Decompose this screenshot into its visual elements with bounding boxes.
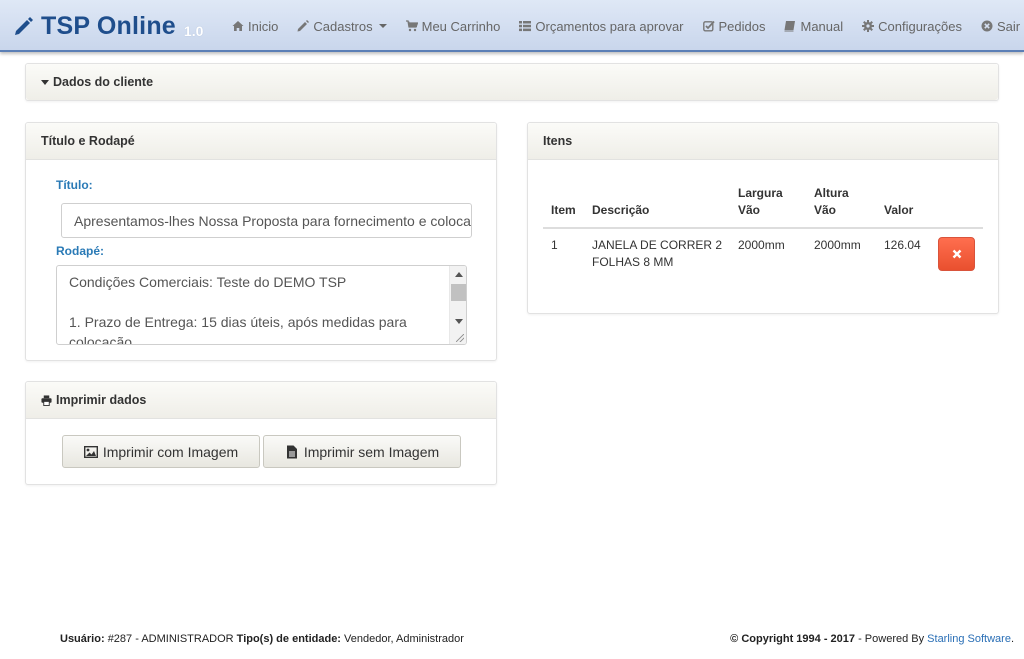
- brand[interactable]: TSP Online 1.0: [14, 10, 203, 42]
- book-icon: [784, 21, 796, 32]
- chevron-down-icon: [378, 24, 387, 28]
- nav-cadastros[interactable]: Cadastros: [297, 18, 387, 34]
- image-icon: [83, 445, 98, 458]
- nav-label: Pedidos: [718, 18, 766, 34]
- nav-pedidos[interactable]: Pedidos: [702, 18, 766, 34]
- file-icon: [286, 445, 297, 458]
- col-header-valor: Valor: [884, 203, 914, 217]
- scroll-down-icon[interactable]: [455, 319, 463, 324]
- gear-icon: [862, 20, 875, 32]
- scroll-up-icon[interactable]: [455, 272, 463, 277]
- check-square-icon: [702, 20, 715, 32]
- tipo-label: Tipo(s) de entidade:: [236, 633, 341, 645]
- close-icon: [952, 249, 961, 259]
- footer-copyright: © Copyright 1994 - 2017 - Powered By Sta…: [730, 633, 1014, 645]
- footer-period: .: [1010, 633, 1014, 645]
- nav-label: Cadastros: [313, 18, 373, 34]
- titulo-panel-title: Título e Rodapé: [41, 134, 135, 148]
- cell-largura: 2000mm: [738, 238, 785, 252]
- app-version: 1.0: [183, 23, 204, 39]
- titulo-panel-header: Título e Rodapé: [26, 123, 496, 160]
- cliente-panel-title: Dados do cliente: [53, 75, 154, 89]
- rodape-label: Rodapé:: [56, 244, 104, 258]
- powered-text: - Powered By: [855, 633, 928, 645]
- imprimir-panel-title: Imprimir dados: [56, 393, 147, 407]
- imprimir-sem-imagem-button[interactable]: Imprimir sem Imagem: [263, 435, 461, 468]
- app-name: TSP Online: [41, 11, 176, 40]
- imprimir-panel: Imprimir dados Imprimir com Imagem Impri…: [25, 381, 497, 485]
- itens-panel: Itens Item Descrição Largura Vão Altura …: [527, 122, 999, 314]
- nav-label: Manual: [800, 18, 844, 34]
- printer-icon: [41, 394, 52, 406]
- usuario-label: Usuário:: [60, 633, 105, 645]
- btn-label: Imprimir com Imagem: [102, 443, 239, 460]
- cart-icon: [405, 20, 418, 32]
- itens-panel-title: Itens: [543, 134, 573, 148]
- nav-label: Meu Carrinho: [421, 18, 501, 34]
- scroll-thumb[interactable]: [451, 284, 466, 301]
- nav-label: Configurações: [878, 18, 962, 34]
- caret-down-icon: [41, 79, 49, 85]
- rodape-textarea[interactable]: Condições Comerciais: Teste do DEMO TSP …: [56, 265, 467, 345]
- footer-user-info: Usuário: #287 - ADMINISTRADOR Tipo(s) de…: [60, 633, 464, 645]
- cell-item: 1: [551, 238, 558, 252]
- rodape-line: Condições Comerciais: Teste do DEMO TSP: [69, 274, 347, 290]
- resize-grip-icon[interactable]: [456, 334, 464, 342]
- nav-manual[interactable]: Manual: [784, 19, 843, 34]
- btn-label: Imprimir sem Imagem: [303, 443, 440, 460]
- home-icon: [232, 21, 244, 31]
- rodape-scrollbar[interactable]: [449, 266, 466, 344]
- cliente-panel: Dados do cliente: [25, 63, 999, 101]
- pencil-icon: [15, 17, 33, 35]
- top-navbar: TSP Online 1.0 Inicio Cadastros Meu Carr…: [0, 0, 1024, 52]
- titulo-panel: Título e Rodapé Título: Apresentamos-lhe…: [25, 122, 497, 361]
- usuario-value: #287 - ADMINISTRADOR: [107, 633, 234, 645]
- cell-descricao: JANELA DE CORRER 2 FOLHAS 8 MM: [592, 238, 723, 269]
- table-header-divider: [543, 227, 983, 229]
- titulo-input-value: Apresentamos-lhes Nossa Proposta para fo…: [74, 212, 472, 229]
- nav-label: Inicio: [248, 18, 279, 34]
- tipo-value: Vendedor, Administrador: [344, 633, 464, 645]
- nav-label: Orçamentos para aprovar: [535, 18, 684, 34]
- col-header-largura: Largura Vão: [738, 186, 783, 217]
- titulo-input[interactable]: Apresentamos-lhes Nossa Proposta para fo…: [61, 203, 472, 238]
- copyright-text: © Copyright 1994 - 2017: [730, 633, 856, 645]
- delete-item-button[interactable]: [938, 237, 975, 271]
- company-link[interactable]: Starling Software: [927, 633, 1011, 645]
- titulo-label: Título:: [56, 178, 93, 192]
- main-nav: Inicio Cadastros Meu Carrinho Orçamentos…: [232, 0, 1024, 52]
- imprimir-panel-header: Imprimir dados: [26, 382, 496, 419]
- nav-orcamentos[interactable]: Orçamentos para aprovar: [519, 18, 684, 34]
- col-header-altura: Altura Vão: [814, 186, 849, 217]
- close-circle-icon: [981, 20, 993, 32]
- itens-panel-header: Itens: [528, 123, 998, 160]
- pencil-icon: [297, 20, 310, 32]
- nav-sair[interactable]: Sair: [981, 19, 1020, 34]
- list-icon: [519, 21, 532, 32]
- imprimir-com-imagem-button[interactable]: Imprimir com Imagem: [62, 435, 260, 468]
- cliente-panel-toggle[interactable]: Dados do cliente: [26, 64, 998, 100]
- rodape-line: colocação: [69, 334, 133, 345]
- nav-meu-carrinho[interactable]: Meu Carrinho: [405, 18, 501, 34]
- cell-altura: 2000mm: [814, 238, 861, 252]
- cell-valor: 126.04: [884, 238, 921, 252]
- nav-inicio[interactable]: Inicio: [232, 19, 278, 34]
- col-header-descricao: Descrição: [592, 203, 650, 217]
- col-header-item: Item: [551, 203, 576, 217]
- nav-label: Sair: [996, 18, 1021, 34]
- rodape-line: 1. Prazo de Entrega: 15 dias úteis, após…: [69, 314, 407, 330]
- nav-configuracoes[interactable]: Configurações: [862, 19, 962, 34]
